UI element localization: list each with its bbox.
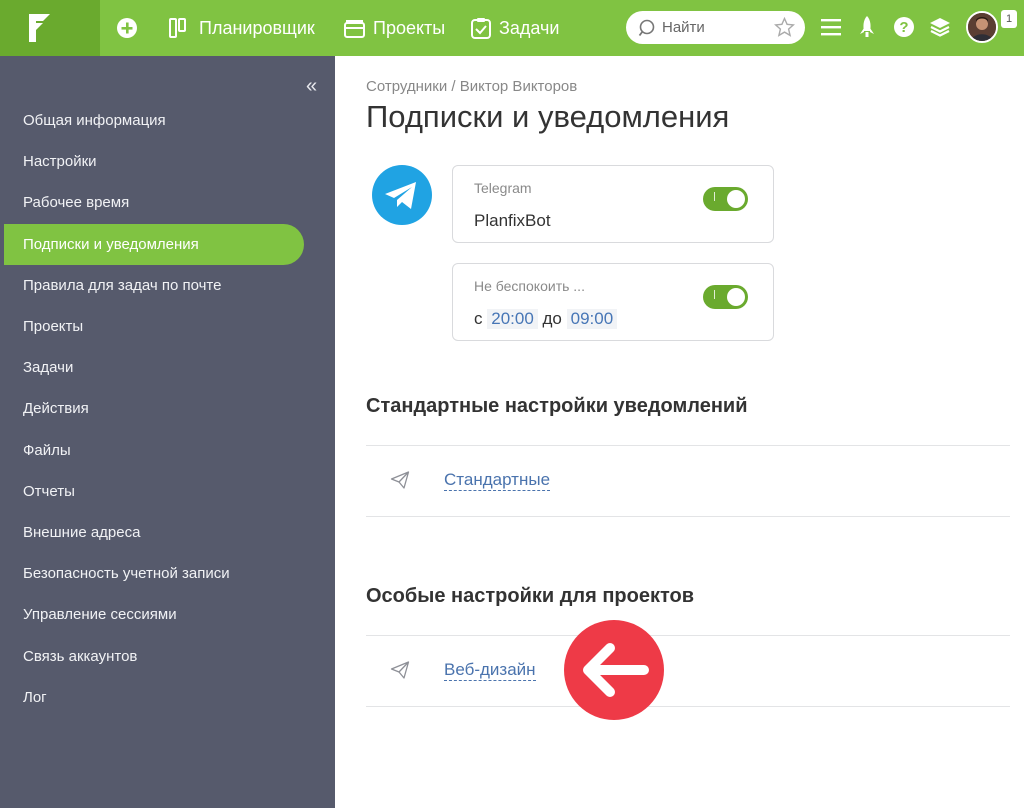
projects-icon (344, 20, 365, 38)
nav-projects[interactable]: Проекты (344, 0, 445, 56)
rocket-icon[interactable] (860, 16, 874, 38)
nav-projects-label: Проекты (373, 17, 446, 38)
search-box[interactable] (626, 11, 805, 44)
paper-plane-icon (390, 661, 410, 679)
sidebar-item-actions[interactable]: Действия (4, 388, 304, 429)
sidebar: « Общая информация Настройки Рабочее вре… (0, 56, 335, 808)
projects-section-title: Особые настройки для проектов (366, 585, 695, 607)
breadcrumb: Сотрудники / Виктор Викторов (366, 78, 577, 95)
sidebar-item-log[interactable]: Лог (4, 677, 304, 718)
nav-tasks-label: Задачи (499, 17, 560, 38)
standard-settings-link[interactable]: Стандартные (444, 470, 551, 491)
page-title: Подписки и уведомления (366, 99, 730, 134)
telegram-card: Telegram PlanfixBot (452, 165, 774, 243)
sidebar-item-mail-rules[interactable]: Правила для задач по почте (4, 265, 304, 306)
telegram-label: Telegram (474, 180, 532, 196)
plus-circle-icon (117, 18, 137, 38)
telegram-bot-name: PlanfixBot (474, 211, 551, 230)
notification-badge[interactable]: 1 (1001, 10, 1017, 28)
red-arrow-pointer (564, 620, 664, 720)
sidebar-item-general[interactable]: Общая информация (4, 100, 304, 141)
nav-planner[interactable]: Планировщик (169, 0, 315, 56)
sidebar-item-account-security[interactable]: Безопасность учетной записи (4, 553, 304, 594)
telegram-logo (372, 165, 432, 225)
arrow-left-icon (583, 643, 649, 697)
user-avatar[interactable] (966, 11, 998, 43)
collapse-sidebar-icon[interactable]: « (306, 75, 317, 98)
sidebar-item-tasks[interactable]: Задачи (4, 347, 304, 388)
sidebar-item-projects[interactable]: Проекты (4, 306, 304, 347)
dnd-time-range: с 20:00 до 09:00 (474, 309, 618, 329)
project-web-design-link[interactable]: Веб-дизайн (444, 660, 536, 681)
divider (366, 445, 1010, 446)
telegram-plane-icon (385, 182, 416, 209)
sidebar-item-external-addresses[interactable]: Внешние адреса (4, 512, 304, 553)
sidebar-item-account-links[interactable]: Связь аккаунтов (4, 635, 304, 676)
star-icon[interactable] (774, 17, 795, 38)
divider (366, 706, 1010, 707)
sidebar-item-work-time[interactable]: Рабочее время (4, 182, 304, 223)
standard-section-title: Стандартные настройки уведомлений (366, 395, 748, 417)
logo-block[interactable] (0, 0, 100, 56)
sidebar-item-files[interactable]: Файлы (4, 430, 304, 471)
sidebar-item-subscriptions[interactable]: Подписки и уведомления (4, 223, 304, 265)
divider (366, 635, 1010, 636)
menu-icon[interactable] (821, 18, 841, 36)
telegram-toggle[interactable] (703, 187, 748, 211)
add-button[interactable] (116, 0, 138, 56)
layers-icon[interactable] (929, 16, 951, 38)
divider (366, 516, 1010, 517)
nav-tasks[interactable]: Задачи (471, 0, 559, 56)
svg-text:?: ? (899, 19, 908, 36)
toggle-on-mark (714, 192, 715, 201)
toggle-knob (727, 190, 745, 208)
sidebar-item-sessions[interactable]: Управление сессиями (4, 594, 304, 635)
avatar-image-icon (968, 13, 996, 41)
toggle-knob (727, 288, 745, 306)
dnd-to-time[interactable]: 09:00 (566, 309, 618, 329)
breadcrumb-parent-link[interactable]: Сотрудники (366, 78, 447, 95)
main-content: Сотрудники / Виктор Викторов Подписки и … (342, 56, 1024, 808)
dnd-to-prefix: до (542, 309, 562, 328)
top-bar: Планировщик Проекты Задачи Найти ? 1 (0, 0, 1024, 56)
dnd-from-time[interactable]: 20:00 (487, 309, 538, 329)
search-icon (638, 19, 655, 36)
do-not-disturb-card: Не беспокоить ... с 20:00 до 09:00 (452, 263, 774, 341)
logo-arrow-shape (86, 0, 100, 56)
sidebar-nav: Общая информация Настройки Рабочее время… (4, 100, 304, 718)
sidebar-item-reports[interactable]: Отчеты (4, 471, 304, 512)
breadcrumb-separator: / (447, 78, 460, 95)
paper-plane-icon (390, 471, 410, 489)
sidebar-item-settings[interactable]: Настройки (4, 141, 304, 182)
nav-planner-label: Планировщик (199, 17, 315, 38)
dnd-toggle[interactable] (703, 285, 748, 309)
help-icon[interactable]: ? (893, 16, 915, 38)
search-input[interactable] (662, 19, 772, 36)
dnd-label: Не беспокоить ... (474, 278, 585, 294)
tasks-icon (471, 18, 491, 39)
planfix-logo-icon (29, 14, 50, 42)
toggle-on-mark (714, 290, 715, 299)
dnd-from-prefix: с (474, 309, 483, 328)
breadcrumb-current[interactable]: Виктор Викторов (460, 78, 577, 95)
planner-icon (169, 18, 186, 38)
